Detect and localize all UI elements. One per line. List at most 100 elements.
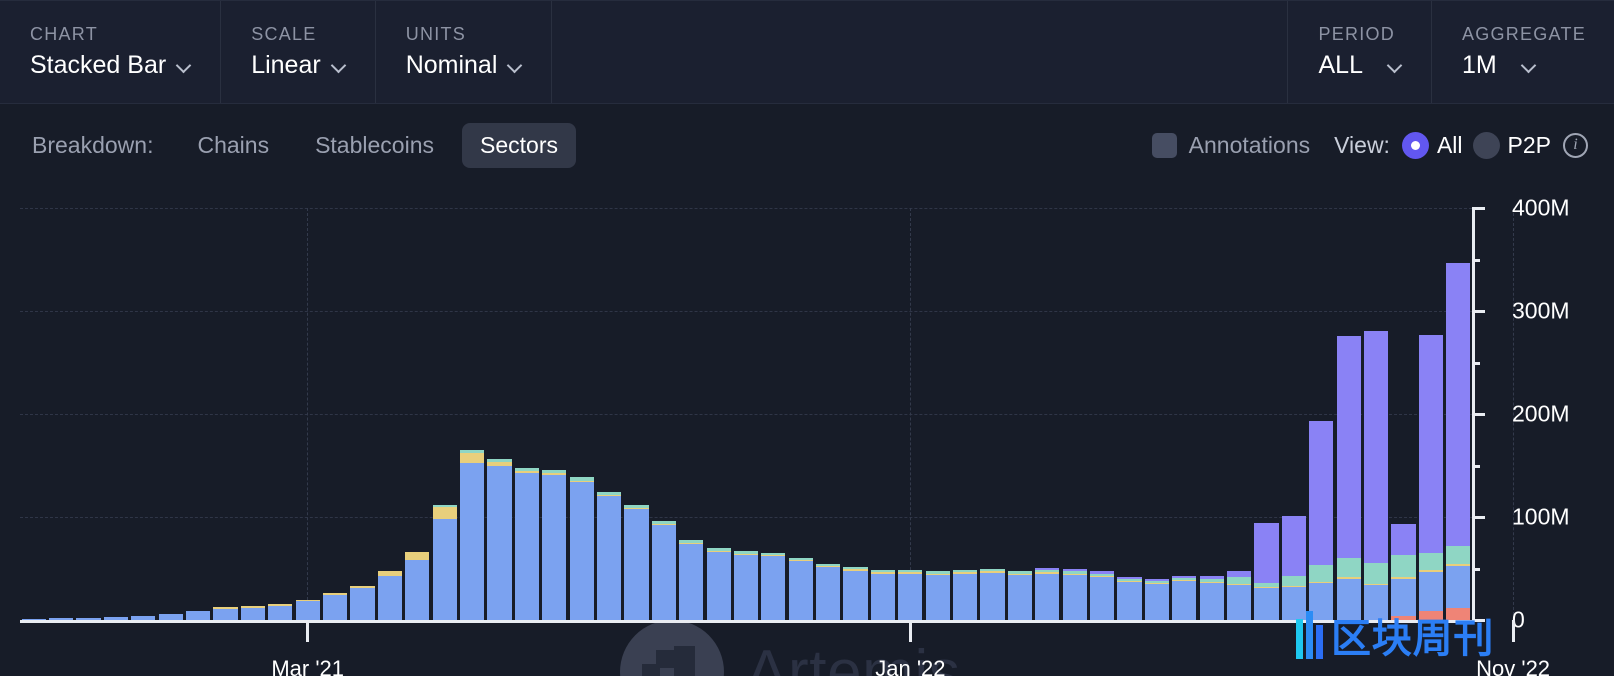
bar-column[interactable] <box>378 571 402 620</box>
bar-segment-defi <box>1172 581 1196 620</box>
chart-type-selector[interactable]: CHART Stacked Bar <box>0 1 221 103</box>
scale-label: SCALE <box>251 25 347 45</box>
bar-column[interactable] <box>1282 516 1306 620</box>
bar-column[interactable] <box>1419 335 1443 620</box>
bar-segment-nft <box>1364 331 1388 563</box>
bar-segment-defi <box>597 496 621 620</box>
bar-column[interactable] <box>1227 571 1251 620</box>
bar-column[interactable] <box>789 558 813 620</box>
bar-segment-infrastructure <box>1337 558 1361 578</box>
scale-selector[interactable]: SCALE Linear <box>221 1 376 103</box>
breakdown-tab-sectors[interactable]: Sectors <box>462 123 576 168</box>
y-tick-label: 100M <box>1512 504 1570 531</box>
bar-segment-defi <box>213 609 237 620</box>
bar-column[interactable] <box>405 552 429 620</box>
bar-column[interactable] <box>1364 331 1388 620</box>
bar-column[interactable] <box>980 569 1004 620</box>
bar-column[interactable] <box>1145 579 1169 620</box>
bar-segment-defi <box>241 608 265 620</box>
bar-column[interactable] <box>953 570 977 620</box>
bar-segment-defi <box>652 525 676 620</box>
breakdown-tab-stablecoins[interactable]: Stablecoins <box>297 123 452 168</box>
bar-segment-defi <box>515 473 539 620</box>
bar-column[interactable] <box>597 492 621 620</box>
bar-column[interactable] <box>624 505 648 621</box>
units-value-text: Nominal <box>406 52 498 80</box>
x-tick <box>1512 620 1515 642</box>
bar-column[interactable] <box>296 600 320 620</box>
bar-column[interactable] <box>1200 576 1224 620</box>
period-selector[interactable]: PERIOD ALL <box>1288 1 1431 103</box>
aggregate-value-text: 1M <box>1462 52 1497 80</box>
bar-column[interactable] <box>241 606 265 620</box>
bar-column[interactable] <box>323 593 347 620</box>
chevron-down-icon <box>176 57 192 73</box>
bar-column[interactable] <box>926 571 950 620</box>
scale-value-text: Linear <box>251 52 321 80</box>
view-label: View: <box>1334 132 1390 159</box>
overlay-logo: 区块周刊 <box>1296 606 1494 664</box>
bar-column[interactable] <box>1446 263 1470 620</box>
bar-segment-defi <box>1063 575 1087 620</box>
bar-segment-defi <box>350 588 374 620</box>
bar-column[interactable] <box>1063 569 1087 620</box>
bar-column[interactable] <box>1117 577 1141 620</box>
bar-column[interactable] <box>1008 571 1032 620</box>
bar-column[interactable] <box>871 570 895 620</box>
bar-column[interactable] <box>186 611 210 620</box>
bar-column[interactable] <box>1090 571 1114 620</box>
bar-column[interactable] <box>707 548 731 620</box>
bar-column[interactable] <box>1254 523 1278 620</box>
bar-segment-defi <box>323 595 347 620</box>
view-radio-all[interactable] <box>1402 132 1429 159</box>
bar-segment-defi <box>761 556 785 620</box>
bar-segment-nft <box>1391 524 1415 555</box>
chart-options-toolbar: CHART Stacked Bar SCALE Linear UNITS Nom… <box>0 0 1614 104</box>
bar-column[interactable] <box>761 553 785 620</box>
bar-segment-defi <box>186 611 210 620</box>
bar-column[interactable] <box>652 521 676 620</box>
bar-segment-infrastructure <box>1309 565 1333 581</box>
bar-column[interactable] <box>268 604 292 620</box>
bar-segment-defi <box>296 601 320 620</box>
bar-column[interactable] <box>570 477 594 620</box>
y-tick <box>1472 413 1485 416</box>
bar-column[interactable] <box>487 459 511 620</box>
bar-column[interactable] <box>213 607 237 620</box>
bar-segment-infrastructure <box>1364 563 1388 584</box>
annotations-checkbox[interactable] <box>1152 133 1177 158</box>
bar-column[interactable] <box>679 540 703 620</box>
breakdown-tabs: Breakdown: ChainsStablecoinsSectors <box>0 123 576 168</box>
bar-column[interactable] <box>515 468 539 620</box>
aggregate-selector[interactable]: AGGREGATE 1M <box>1432 1 1614 103</box>
view-radio-p2p[interactable] <box>1473 132 1500 159</box>
bar-segment-nft <box>1446 263 1470 546</box>
breakdown-title: Breakdown: <box>32 132 153 159</box>
x-tick <box>306 620 309 642</box>
bar-column[interactable] <box>1309 421 1333 620</box>
bar-segment-defi <box>1035 574 1059 620</box>
period-label: PERIOD <box>1318 25 1402 45</box>
bar-column[interactable] <box>350 586 374 620</box>
bar-column[interactable] <box>460 450 484 620</box>
bar-column[interactable] <box>734 551 758 620</box>
bar-segment-nft <box>1309 421 1333 565</box>
breakdown-tab-chains[interactable]: Chains <box>179 123 287 168</box>
aggregate-value: 1M <box>1462 52 1586 80</box>
bar-column[interactable] <box>1337 336 1361 620</box>
bar-column[interactable] <box>898 570 922 620</box>
bar-segment-defi <box>1446 566 1470 607</box>
info-icon[interactable]: i <box>1563 133 1588 158</box>
toolbar-spacer <box>552 1 1288 103</box>
bar-column[interactable] <box>843 567 867 620</box>
y-tick <box>1472 207 1485 210</box>
units-selector[interactable]: UNITS Nominal <box>376 1 553 103</box>
bar-column[interactable] <box>1035 568 1059 620</box>
y-tick-minor <box>1472 568 1480 571</box>
bar-column[interactable] <box>816 564 840 620</box>
bar-column[interactable] <box>1172 576 1196 620</box>
bar-series-container <box>20 208 1472 620</box>
bar-column[interactable] <box>433 505 457 620</box>
bar-column[interactable] <box>542 470 566 620</box>
units-value: Nominal <box>406 52 524 80</box>
